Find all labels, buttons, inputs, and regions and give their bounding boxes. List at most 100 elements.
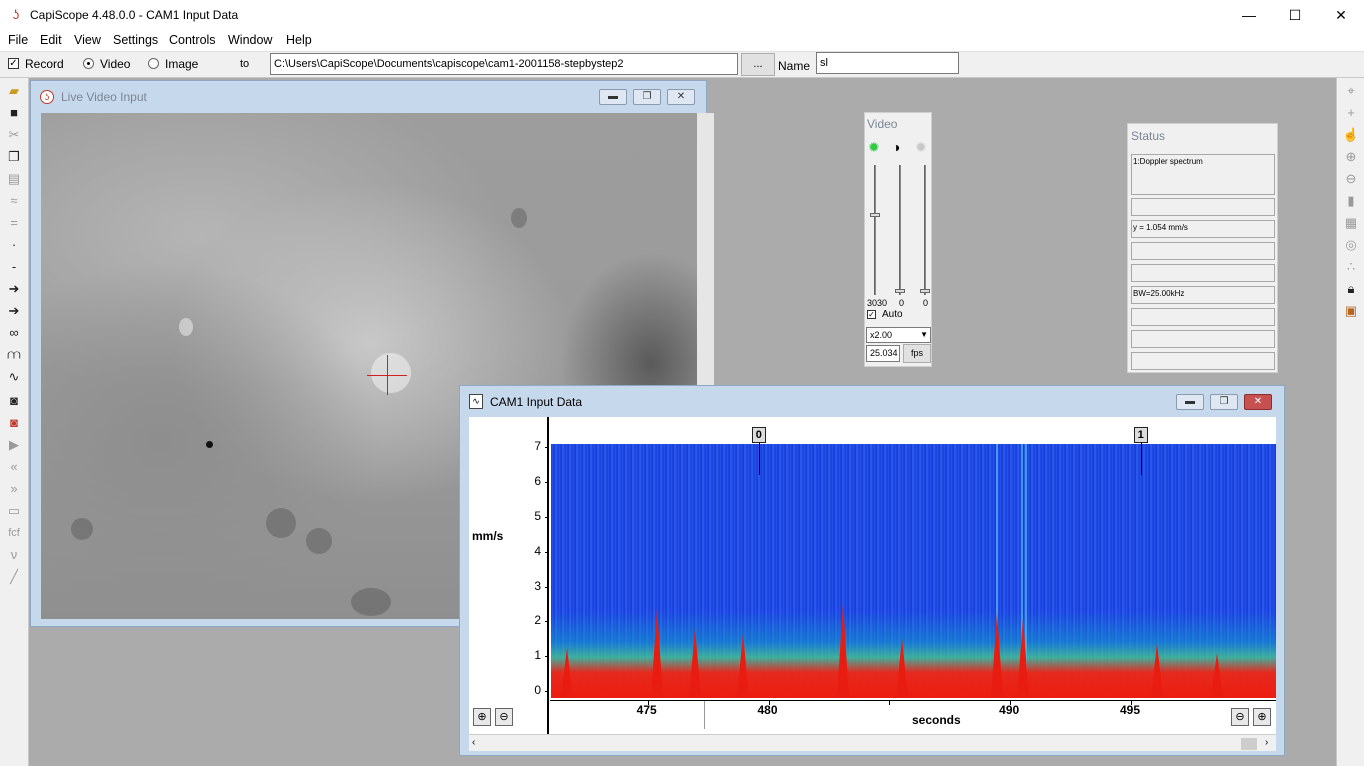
y-tick-mark xyxy=(545,691,549,693)
name-field[interactable]: sl xyxy=(816,52,959,74)
browse-button[interactable]: ... xyxy=(741,53,775,76)
menu-controls[interactable]: Controls xyxy=(169,33,216,47)
time-marker[interactable]: 0 xyxy=(751,427,766,443)
image-icon[interactable]: ▣ xyxy=(1342,302,1360,320)
input-data-restore-button[interactable]: ❐ xyxy=(1210,394,1238,410)
menu-settings[interactable]: Settings xyxy=(113,33,158,47)
arrow-right-icon[interactable]: ➔ xyxy=(5,302,23,320)
status-line: BW=25.00kHz xyxy=(1131,286,1275,304)
image-blob xyxy=(71,518,93,540)
menu-file[interactable]: File xyxy=(8,33,28,47)
hand-icon[interactable]: ☝ xyxy=(1342,126,1360,144)
time-marker[interactable]: 1 xyxy=(1133,427,1148,443)
dots-icon[interactable]: ∴ xyxy=(1342,258,1360,276)
status-line: 1:Doppler spectrum xyxy=(1131,154,1275,195)
app-icon: ʖ xyxy=(12,7,20,22)
image-blob xyxy=(179,318,193,336)
zoom-out-icon[interactable]: ⊖ xyxy=(1342,170,1360,188)
status-line xyxy=(1131,308,1275,326)
video-radio[interactable] xyxy=(83,58,94,69)
menu-edit[interactable]: Edit xyxy=(40,33,62,47)
copy-icon[interactable]: ❐ xyxy=(5,148,23,166)
open-folder-icon[interactable]: ▰ xyxy=(5,82,23,100)
cut-icon[interactable]: ✂ xyxy=(5,126,23,144)
image-radio[interactable] xyxy=(148,58,159,69)
light-slider-thumb[interactable] xyxy=(920,289,930,293)
save-icon[interactable]: ■ xyxy=(5,104,23,122)
input-data-close-button[interactable]: ✕ xyxy=(1244,394,1272,410)
gain-slider-track[interactable] xyxy=(874,165,876,295)
input-data-window: ∿ CAM1 Input Data ▬ ❐ ✕ mm/s 0 1 2 3 4 5 6 7 47… xyxy=(459,385,1285,756)
input-data-title: CAM1 Input Data xyxy=(490,395,583,409)
glasses-icon[interactable]: ∞ xyxy=(5,324,23,342)
fcf-icon[interactable]: fcf xyxy=(5,524,23,542)
image-blob xyxy=(351,588,391,616)
contrast-value: 0 xyxy=(899,298,905,308)
live-video-minimize-button[interactable]: ▬ xyxy=(599,89,627,105)
doppler-spectrogram[interactable] xyxy=(551,444,1276,698)
x-zoom-in-button[interactable]: ⊕ xyxy=(473,708,491,726)
menu-help[interactable]: Help xyxy=(286,33,312,47)
close-button[interactable]: ✕ xyxy=(1318,0,1364,31)
y-zoom-in-button[interactable]: ⊕ xyxy=(1253,708,1271,726)
auto-checkbox[interactable]: ✓ xyxy=(867,310,876,319)
battery-icon[interactable]: ▭ xyxy=(5,502,23,520)
status-line xyxy=(1131,242,1275,260)
light-value: 0 xyxy=(923,298,929,308)
record-checkbox[interactable]: ✓ xyxy=(8,58,19,69)
x-tick-label: 480 xyxy=(757,703,778,717)
crosshair-icon[interactable]: ⌖ xyxy=(1342,82,1360,100)
arrow-point-icon[interactable]: ➜ xyxy=(5,280,23,298)
lock-icon[interactable]: 🔒︎ xyxy=(1342,280,1360,298)
spectrum-icon[interactable]: ⩋ xyxy=(5,346,23,364)
chevron-down-icon: ▼ xyxy=(920,330,928,339)
light-slider-track[interactable] xyxy=(924,165,926,295)
light-icon: ✹ xyxy=(915,139,927,155)
camera-icon[interactable]: ◙ xyxy=(5,392,23,410)
zoom-in-icon[interactable]: ⊕ xyxy=(1342,148,1360,166)
fps-field[interactable]: 25.034 xyxy=(866,345,900,362)
live-video-title: Live Video Input xyxy=(61,90,147,104)
live-video-restore-button[interactable]: ❐ xyxy=(633,89,661,105)
live-video-close-button[interactable]: ✕ xyxy=(667,89,695,105)
scroll-left-icon[interactable]: ‹ xyxy=(472,737,475,748)
x-axis-line xyxy=(550,700,1276,701)
plus-cursor-icon[interactable]: + xyxy=(1342,104,1360,122)
play-icon[interactable]: ▶ xyxy=(5,436,23,454)
title-bar: ʖ CapiScope 4.48.0.0 - CAM1 Input Data —… xyxy=(0,0,1364,31)
line-icon[interactable]: ╱ xyxy=(5,568,23,586)
record-camera-icon[interactable]: ◙ xyxy=(5,414,23,432)
menu-view[interactable]: View xyxy=(74,33,101,47)
scrollbar-thumb[interactable] xyxy=(1241,738,1257,750)
bright-spot xyxy=(371,353,411,393)
nu-icon[interactable]: ν xyxy=(5,546,23,564)
y-zoom-out-button[interactable]: ⊖ xyxy=(1231,708,1249,726)
left-toolbar: ▰ ■ ✂ ❐ ▤ ≈ = · - ➜ ➔ ∞ ⩋ ∿ ◙ ◙ ▶ « » ▭ … xyxy=(0,78,29,766)
target-icon[interactable]: ◎ xyxy=(1342,236,1360,254)
horizontal-scrollbar[interactable]: ‹ › xyxy=(469,734,1276,751)
fps-button[interactable]: fps xyxy=(903,344,931,363)
gain-slider-thumb[interactable] xyxy=(870,213,880,217)
y-tick-mark xyxy=(545,482,549,484)
contrast-slider-track[interactable] xyxy=(899,165,901,295)
wave-icon[interactable]: ≈ xyxy=(5,192,23,210)
save-path-field[interactable]: C:\Users\CapiScope\Documents\capiscope\c… xyxy=(270,53,738,75)
minimize-button[interactable]: — xyxy=(1226,0,1272,31)
paste-icon[interactable]: ▤ xyxy=(5,170,23,188)
forward-icon[interactable]: » xyxy=(5,480,23,498)
equals-icon[interactable]: = xyxy=(5,214,23,232)
input-data-minimize-button[interactable]: ▬ xyxy=(1176,394,1204,410)
clipboard-icon[interactable]: ▮ xyxy=(1342,192,1360,210)
contrast-slider-thumb[interactable] xyxy=(895,289,905,293)
x-zoom-out-button[interactable]: ⊖ xyxy=(495,708,513,726)
dot-icon[interactable]: · xyxy=(5,236,23,254)
zoom-select[interactable]: x2.00 ▼ xyxy=(866,327,931,343)
maximize-button[interactable]: ☐ xyxy=(1272,0,1318,31)
menu-window[interactable]: Window xyxy=(228,33,272,47)
x-tick-mark xyxy=(889,700,891,705)
grid-icon[interactable]: ▦ xyxy=(1342,214,1360,232)
scroll-right-icon[interactable]: › xyxy=(1265,737,1268,748)
dash-icon[interactable]: - xyxy=(5,258,23,276)
rewind-icon[interactable]: « xyxy=(5,458,23,476)
signal-icon[interactable]: ∿ xyxy=(5,368,23,386)
